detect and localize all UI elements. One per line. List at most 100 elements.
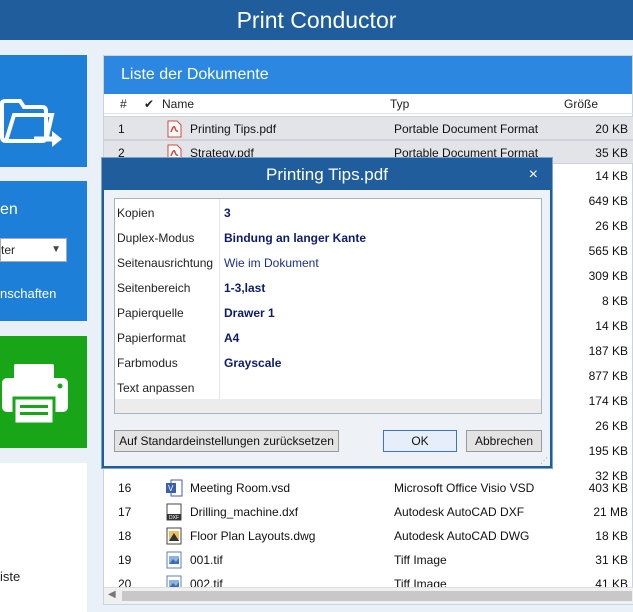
row-filesize: 877 KB	[588, 369, 628, 383]
row-filename: Printing Tips.pdf	[190, 122, 277, 136]
row-filesize: 403 KB	[588, 481, 628, 495]
property-value[interactable]: 3	[224, 206, 231, 220]
row-filesize: 187 KB	[588, 344, 628, 358]
row-filesize: 565 KB	[588, 244, 628, 258]
dwg-icon	[165, 527, 183, 545]
row-filesize: 8 KB	[601, 294, 628, 308]
document-list-title: Liste der Dokumente	[104, 56, 632, 94]
scroll-left-icon[interactable]: ◀	[108, 589, 116, 600]
row-filesize: 309 KB	[588, 269, 628, 283]
row-filetype: Autodesk AutoCAD DXF	[394, 505, 525, 519]
row-filesize: 26 KB	[595, 419, 628, 433]
horizontal-scrollbar[interactable]: ◀	[104, 587, 633, 604]
svg-text:DXF: DXF	[169, 515, 179, 521]
property-value[interactable]: Drawer 1	[224, 306, 275, 320]
list-label: iste	[0, 569, 21, 584]
property-row[interactable]: Text anpassen	[115, 375, 541, 400]
printer-icon	[2, 364, 68, 426]
printer-select-value: ter	[1, 243, 16, 257]
add-documents-button[interactable]	[0, 55, 87, 167]
cancel-button[interactable]: Abbrechen	[466, 430, 542, 452]
property-value[interactable]: A4	[224, 331, 239, 345]
resize-grip-icon[interactable]: ⋰	[540, 456, 550, 466]
property-value[interactable]: 1-3,last	[224, 281, 265, 295]
property-key: Text anpassen	[117, 381, 195, 395]
property-key: Duplex-Modus	[117, 231, 195, 245]
scrollbar-thumb[interactable]	[122, 591, 632, 601]
property-value[interactable]: Grayscale	[224, 356, 281, 370]
close-icon[interactable]: ×	[529, 160, 538, 190]
property-row[interactable]: Seitenbereich 1-3,last	[115, 275, 541, 300]
property-key: Seitenbereich	[117, 281, 191, 295]
row-filesize: 174 KB	[588, 394, 628, 408]
property-key: Papierformat	[117, 331, 186, 345]
property-key: Papierquelle	[117, 306, 184, 320]
property-row[interactable]: Kopien 3	[115, 200, 541, 225]
table-row[interactable]: 18 Floor Plan Layouts.dwg Autodesk AutoCAD…	[104, 524, 633, 548]
row-filename: Meeting Room.vsd	[190, 481, 291, 495]
visio-icon: V	[165, 479, 183, 497]
col-check[interactable]: ✔	[144, 97, 154, 111]
property-row[interactable]: Farbmodus Grayscale	[115, 350, 541, 375]
row-filesize: 21 MB	[593, 505, 628, 519]
folder-import-icon	[0, 99, 62, 147]
row-filename: 001.tif	[190, 553, 223, 567]
printer-properties-link[interactable]: nschaften	[0, 286, 56, 301]
printer-panel: en ter ▼ nschaften	[0, 181, 87, 321]
row-filename: Drilling_machine.dxf	[190, 505, 299, 519]
property-row[interactable]: Duplex-Modus Bindung an langer Kante	[115, 225, 541, 250]
row-filesize: 35 KB	[595, 146, 628, 160]
grid-footer-stripe	[115, 399, 541, 413]
image-icon	[165, 551, 183, 569]
column-header: # ✔ Name Typ Größe	[104, 94, 633, 114]
app-title: Print Conductor	[0, 0, 633, 40]
row-number: 19	[118, 553, 132, 567]
printer-label: en	[0, 201, 18, 218]
property-row[interactable]: Seitenausrichtung Wie im Dokument	[115, 250, 541, 275]
svg-text:V: V	[168, 484, 174, 493]
row-filesize: 18 KB	[595, 529, 628, 543]
property-row[interactable]: Papierquelle Drawer 1	[115, 300, 541, 325]
property-value[interactable]: Bindung an langer Kante	[224, 231, 366, 245]
property-key: Seitenausrichtung	[117, 256, 214, 270]
ok-button[interactable]: OK	[383, 430, 457, 452]
row-filetype: Autodesk AutoCAD DWG	[394, 529, 530, 543]
row-filesize: 195 KB	[588, 444, 628, 458]
table-row[interactable]: 17 DXF Drilling_machine.dxf Autodesk AutoCA…	[104, 500, 633, 524]
property-grid: Kopien 3 Duplex-Modus Bindung an langer Kan…	[114, 198, 542, 414]
row-number: 16	[118, 481, 132, 495]
dxf-icon: DXF	[165, 503, 183, 521]
sidebar: en ter ▼ nschaften iste	[0, 40, 100, 612]
pdf-icon	[165, 120, 183, 138]
property-key: Kopien	[117, 206, 155, 220]
row-filesize: 649 KB	[588, 194, 628, 208]
row-number: 1	[118, 122, 125, 136]
reset-defaults-button[interactable]: Auf Standardeinstellungen zurücksetzen	[114, 430, 339, 452]
col-name[interactable]: Name	[162, 97, 194, 111]
property-value[interactable]: Wie im Dokument	[224, 256, 319, 270]
col-type[interactable]: Typ	[390, 97, 409, 111]
list-panel[interactable]: iste	[0, 463, 87, 612]
row-filesize: 31 KB	[595, 553, 628, 567]
row-number: 18	[118, 529, 132, 543]
table-row[interactable]: 1 Printing Tips.pdf Portable Document Form…	[104, 116, 633, 140]
property-row[interactable]: Papierformat A4	[115, 325, 541, 350]
row-filename: Floor Plan Layouts.dwg	[190, 529, 316, 543]
start-print-button[interactable]	[0, 336, 87, 448]
document-settings-dialog: Printing Tips.pdf × Kopien 3 Duplex-Modus B…	[102, 158, 552, 468]
row-number: 17	[118, 505, 132, 519]
printer-select[interactable]: ter ▼	[0, 238, 67, 262]
col-size[interactable]: Größe	[564, 97, 598, 111]
row-filesize: 26 KB	[595, 219, 628, 233]
chevron-down-icon: ▼	[51, 244, 61, 255]
row-filesize: 20 KB	[595, 122, 628, 136]
row-filesize: 14 KB	[595, 169, 628, 183]
dialog-title-text: Printing Tips.pdf	[266, 165, 388, 184]
property-key: Farbmodus	[117, 356, 178, 370]
dialog-title: Printing Tips.pdf ×	[104, 160, 550, 190]
table-row[interactable]: 19 001.tif Tiff Image 31 KB	[104, 548, 633, 572]
table-row[interactable]: 16 V Meeting Room.vsd Microsoft Office Visi…	[104, 476, 633, 500]
col-num[interactable]: #	[120, 97, 127, 111]
row-filesize: 14 KB	[595, 319, 628, 333]
dialog-body: Kopien 3 Duplex-Modus Bindung an langer Kan…	[104, 190, 550, 466]
